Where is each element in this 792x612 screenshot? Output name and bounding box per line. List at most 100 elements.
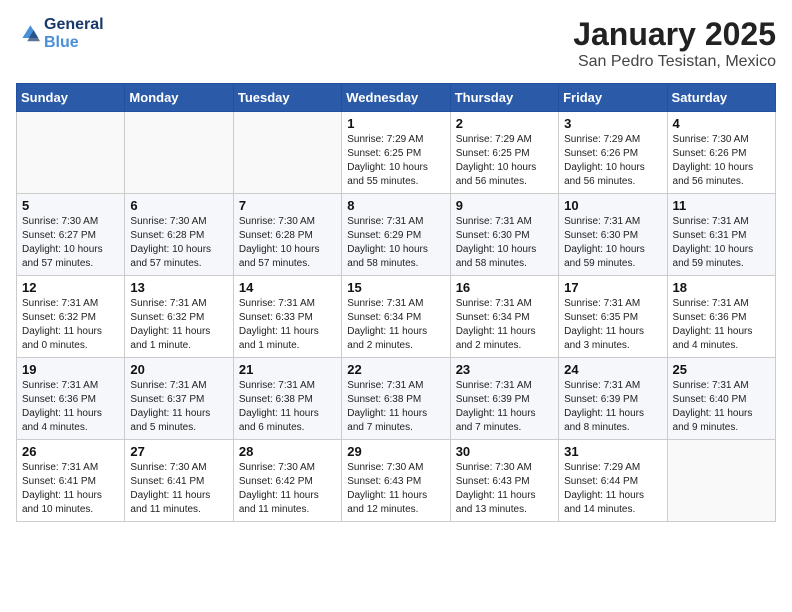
calendar-week-3: 12Sunrise: 7:31 AMSunset: 6:32 PMDayligh…: [17, 276, 776, 358]
calendar-cell: 29 Sunrise: 7:30 AMSunset: 6:43 PMDayligh…: [342, 440, 450, 522]
calendar-cell: 16Sunrise: 7:31 AMSunset: 6:34 PMDayligh…: [450, 276, 558, 358]
calendar-cell: 26 Sunrise: 7:31 AMSunset: 6:41 PMDayligh…: [17, 440, 125, 522]
calendar-cell: 25 Sunrise: 7:31 AMSunset: 6:40 PMDayligh…: [667, 358, 775, 440]
day-info: Sunrise: 7:29 AMSunset: 6:26 PMDaylight:…: [564, 133, 661, 189]
calendar-cell: 24 Sunrise: 7:31 AMSunset: 6:39 PMDayligh…: [559, 358, 667, 440]
day-number: 8: [347, 198, 444, 213]
day-info: Sunrise: 7:31 AMSunset: 6:40 PMDaylight:…: [673, 379, 770, 435]
day-number: 26: [22, 444, 119, 459]
day-number: 3: [564, 116, 661, 131]
day-number: 4: [673, 116, 770, 131]
calendar-cell: 8Sunrise: 7:31 AMSunset: 6:29 PMDaylight…: [342, 194, 450, 276]
calendar-cell: 19 Sunrise: 7:31 AMSunset: 6:36 PMDayligh…: [17, 358, 125, 440]
calendar-cell: 2 Sunrise: 7:29 AMSunset: 6:25 PMDaylight…: [450, 112, 558, 194]
day-info: Sunrise: 7:30 AMSunset: 6:28 PMDaylight:…: [130, 215, 227, 271]
day-info: Sunrise: 7:31 AMSunset: 6:33 PMDaylight:…: [239, 297, 336, 353]
page-header: General Blue January 2025 San Pedro Tesi…: [16, 16, 776, 71]
calendar-cell: 13Sunrise: 7:31 AMSunset: 6:32 PMDayligh…: [125, 276, 233, 358]
day-info: Sunrise: 7:30 AMSunset: 6:41 PMDaylight:…: [130, 461, 227, 517]
calendar-cell: 3 Sunrise: 7:29 AMSunset: 6:26 PMDaylight…: [559, 112, 667, 194]
weekday-header-wednesday: Wednesday: [342, 84, 450, 112]
day-info: Sunrise: 7:30 AMSunset: 6:42 PMDaylight:…: [239, 461, 336, 517]
calendar-cell: 11Sunrise: 7:31 AMSunset: 6:31 PMDayligh…: [667, 194, 775, 276]
day-number: 31: [564, 444, 661, 459]
day-number: 27: [130, 444, 227, 459]
title-block: January 2025 San Pedro Tesistan, Mexico: [573, 16, 776, 71]
calendar-cell: 21Sunrise: 7:31 AMSunset: 6:38 PMDayligh…: [233, 358, 341, 440]
calendar-cell: 12Sunrise: 7:31 AMSunset: 6:32 PMDayligh…: [17, 276, 125, 358]
day-number: 2: [456, 116, 553, 131]
day-number: 12: [22, 280, 119, 295]
day-info: Sunrise: 7:31 AMSunset: 6:34 PMDaylight:…: [347, 297, 444, 353]
day-number: 24: [564, 362, 661, 377]
calendar-cell: 7 Sunrise: 7:30 AMSunset: 6:28 PMDaylight…: [233, 194, 341, 276]
weekday-header-friday: Friday: [559, 84, 667, 112]
day-info: Sunrise: 7:29 AMSunset: 6:25 PMDaylight:…: [456, 133, 553, 189]
day-info: Sunrise: 7:31 AMSunset: 6:36 PMDaylight:…: [22, 379, 119, 435]
weekday-header-thursday: Thursday: [450, 84, 558, 112]
day-number: 30: [456, 444, 553, 459]
day-info: Sunrise: 7:31 AMSunset: 6:41 PMDaylight:…: [22, 461, 119, 517]
day-number: 14: [239, 280, 336, 295]
calendar-cell: 1 Sunrise: 7:29 AMSunset: 6:25 PMDaylight…: [342, 112, 450, 194]
logo-text: General Blue: [44, 16, 104, 51]
day-number: 6: [130, 198, 227, 213]
day-info: Sunrise: 7:31 AMSunset: 6:36 PMDaylight:…: [673, 297, 770, 353]
day-info: Sunrise: 7:30 AMSunset: 6:43 PMDaylight:…: [347, 461, 444, 517]
logo-icon: [16, 22, 40, 46]
month-title: January 2025: [573, 16, 776, 53]
day-number: 10: [564, 198, 661, 213]
weekday-header-sunday: Sunday: [17, 84, 125, 112]
day-info: Sunrise: 7:31 AMSunset: 6:39 PMDaylight:…: [456, 379, 553, 435]
calendar-week-5: 26 Sunrise: 7:31 AMSunset: 6:41 PMDayligh…: [17, 440, 776, 522]
day-number: 21: [239, 362, 336, 377]
weekday-header-monday: Monday: [125, 84, 233, 112]
logo-line1: General: [44, 16, 104, 34]
calendar-week-4: 19 Sunrise: 7:31 AMSunset: 6:36 PMDayligh…: [17, 358, 776, 440]
calendar-cell: 31Sunrise: 7:29 AMSunset: 6:44 PMDayligh…: [559, 440, 667, 522]
calendar-cell: 18 Sunrise: 7:31 AMSunset: 6:36 PMDayligh…: [667, 276, 775, 358]
day-info: Sunrise: 7:31 AMSunset: 6:30 PMDaylight:…: [564, 215, 661, 271]
day-info: Sunrise: 7:31 AMSunset: 6:30 PMDaylight:…: [456, 215, 553, 271]
calendar-cell: [125, 112, 233, 194]
calendar-cell: 5 Sunrise: 7:30 AMSunset: 6:27 PMDaylight…: [17, 194, 125, 276]
logo: General Blue: [16, 16, 104, 51]
logo-line2: Blue: [44, 34, 79, 51]
weekday-row: SundayMondayTuesdayWednesdayThursdayFrid…: [17, 84, 776, 112]
calendar-cell: 20Sunrise: 7:31 AMSunset: 6:37 PMDayligh…: [125, 358, 233, 440]
day-info: Sunrise: 7:31 AMSunset: 6:39 PMDaylight:…: [564, 379, 661, 435]
day-number: 13: [130, 280, 227, 295]
day-number: 7: [239, 198, 336, 213]
day-number: 5: [22, 198, 119, 213]
day-info: Sunrise: 7:29 AMSunset: 6:25 PMDaylight:…: [347, 133, 444, 189]
weekday-header-tuesday: Tuesday: [233, 84, 341, 112]
calendar-cell: 23 Sunrise: 7:31 AMSunset: 6:39 PMDayligh…: [450, 358, 558, 440]
day-info: Sunrise: 7:30 AMSunset: 6:26 PMDaylight:…: [673, 133, 770, 189]
day-info: Sunrise: 7:30 AMSunset: 6:27 PMDaylight:…: [22, 215, 119, 271]
day-number: 19: [22, 362, 119, 377]
day-number: 18: [673, 280, 770, 295]
calendar-table: SundayMondayTuesdayWednesdayThursdayFrid…: [16, 83, 776, 522]
calendar-cell: [667, 440, 775, 522]
calendar-cell: 15 Sunrise: 7:31 AMSunset: 6:34 PMDayligh…: [342, 276, 450, 358]
day-number: 20: [130, 362, 227, 377]
calendar-cell: 27 Sunrise: 7:30 AMSunset: 6:41 PMDayligh…: [125, 440, 233, 522]
calendar-cell: 30Sunrise: 7:30 AMSunset: 6:43 PMDayligh…: [450, 440, 558, 522]
day-number: 25: [673, 362, 770, 377]
day-info: Sunrise: 7:30 AMSunset: 6:28 PMDaylight:…: [239, 215, 336, 271]
calendar-cell: 14 Sunrise: 7:31 AMSunset: 6:33 PMDayligh…: [233, 276, 341, 358]
calendar-cell: 9Sunrise: 7:31 AMSunset: 6:30 PMDaylight…: [450, 194, 558, 276]
calendar-cell: [17, 112, 125, 194]
day-number: 22: [347, 362, 444, 377]
day-info: Sunrise: 7:31 AMSunset: 6:38 PMDaylight:…: [347, 379, 444, 435]
day-number: 29: [347, 444, 444, 459]
calendar-cell: 4 Sunrise: 7:30 AMSunset: 6:26 PMDaylight…: [667, 112, 775, 194]
day-number: 15: [347, 280, 444, 295]
day-number: 16: [456, 280, 553, 295]
calendar-week-2: 5 Sunrise: 7:30 AMSunset: 6:27 PMDaylight…: [17, 194, 776, 276]
day-number: 1: [347, 116, 444, 131]
day-number: 11: [673, 198, 770, 213]
calendar-cell: 22 Sunrise: 7:31 AMSunset: 6:38 PMDayligh…: [342, 358, 450, 440]
calendar-cell: 28Sunrise: 7:30 AMSunset: 6:42 PMDayligh…: [233, 440, 341, 522]
day-number: 23: [456, 362, 553, 377]
